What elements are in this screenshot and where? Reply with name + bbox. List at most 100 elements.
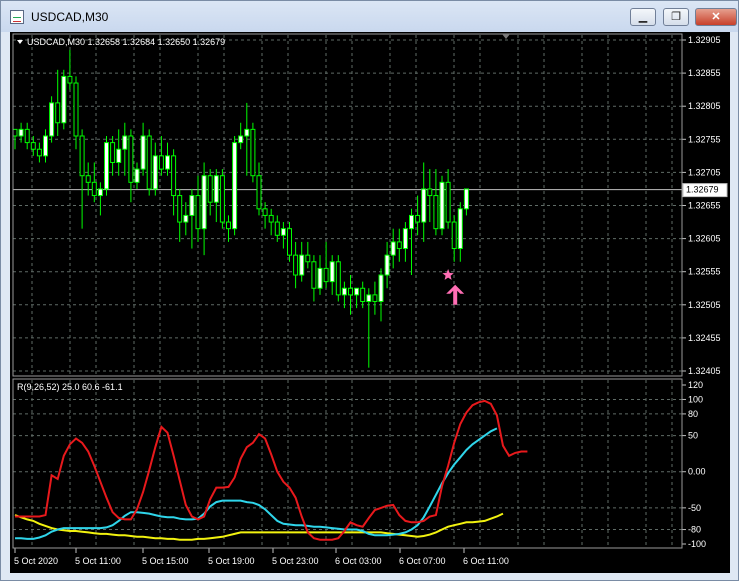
candle-body <box>12 128 18 137</box>
candle-body <box>457 208 463 250</box>
indicator-tick-label: 50 <box>688 431 698 441</box>
price-tick-label: 1.32655 <box>688 201 721 211</box>
indicator-tick-label: -100 <box>688 539 706 549</box>
time-tick-label: 6 Oct 07:00 <box>399 556 446 566</box>
candle-body <box>409 214 414 230</box>
candle-body <box>18 128 24 137</box>
candle-body <box>421 188 427 223</box>
candle-body <box>91 181 97 197</box>
candle-body <box>256 175 262 210</box>
candle-body <box>268 214 274 223</box>
candle-body <box>67 75 73 84</box>
time-tick-label: 6 Oct 03:00 <box>335 556 382 566</box>
candle-body <box>79 135 85 177</box>
time-tick-label: 5 Oct 19:00 <box>208 556 255 566</box>
candle-body <box>110 142 116 163</box>
candle-body <box>384 254 390 276</box>
current-price-label: 1.32679 <box>686 185 719 195</box>
candle-body <box>415 214 421 223</box>
candle-body <box>402 228 408 250</box>
candle-body <box>165 155 170 170</box>
candle-body <box>171 155 177 197</box>
candle-body <box>226 221 231 230</box>
indicator-tick-label: -80 <box>688 525 701 535</box>
chart-window: USDCAD,M30 ▁ ❐ ✕ 1.32905 1.32855 1.32805 1.… <box>0 0 739 581</box>
candle-body <box>335 261 341 296</box>
candle-body <box>158 155 164 170</box>
candle-body <box>287 228 292 256</box>
candle-body <box>348 287 353 296</box>
candle-body <box>219 175 225 223</box>
candle-body <box>140 135 146 170</box>
price-tick-label: 1.32905 <box>688 35 721 45</box>
price-tick-label: 1.32755 <box>688 134 721 144</box>
candle-body <box>366 294 372 302</box>
indicator-tick-label: 80 <box>688 409 698 419</box>
candle-body <box>439 181 445 230</box>
price-tick-label: 1.32455 <box>688 333 721 343</box>
candle-body <box>36 148 42 157</box>
time-tick-label: 6 Oct 11:00 <box>463 556 509 566</box>
candle-body <box>183 214 189 223</box>
time-tick-label: 5 Oct 15:00 <box>142 556 189 566</box>
candle-body <box>213 175 219 203</box>
candle-body <box>201 175 207 230</box>
candle-body <box>354 287 360 296</box>
candle-body <box>152 155 158 190</box>
candle-body <box>177 195 183 223</box>
candle-body <box>317 267 323 289</box>
candle-body <box>445 181 451 223</box>
price-tick-label: 1.32805 <box>688 101 721 111</box>
time-tick-label: 5 Oct 2020 <box>14 556 58 566</box>
candle-body <box>30 142 36 150</box>
indicator-tick-label: 120 <box>688 380 703 390</box>
window-titlebar[interactable]: USDCAD,M30 ▁ ❐ ✕ <box>1 1 738 32</box>
candle-body <box>433 195 439 230</box>
candle-body <box>262 208 268 216</box>
candle-body <box>299 254 305 276</box>
candle-body <box>274 221 280 236</box>
candle-body <box>104 142 109 190</box>
candle-body <box>43 135 48 157</box>
candle-body <box>329 261 335 283</box>
candle-body <box>85 175 91 183</box>
candle-body <box>280 228 286 236</box>
candle-body <box>128 135 134 183</box>
chart-app-icon[interactable] <box>10 10 24 24</box>
candle-body <box>61 75 67 124</box>
chart-svg[interactable]: 1.32905 1.32855 1.32805 1.32755 1.32705 1.326… <box>10 32 730 573</box>
candle-body <box>189 195 195 216</box>
candle-body <box>146 135 152 190</box>
indicator-tick-label: -50 <box>688 503 701 513</box>
time-tick-label: 5 Oct 11:00 <box>75 556 121 566</box>
candle-body <box>24 128 30 144</box>
candle-body <box>293 254 299 276</box>
candle-body <box>311 261 317 289</box>
window-title: USDCAD,M30 <box>31 10 109 24</box>
price-tick-label: 1.32505 <box>688 300 721 310</box>
candle-body <box>122 135 128 150</box>
candle-body <box>116 148 122 163</box>
price-tick-label: 1.32555 <box>688 267 721 277</box>
indicator-label: R(9,26,52) 25.0 60.6 -61.1 <box>17 382 123 392</box>
restore-button[interactable]: ❐ <box>663 8 689 26</box>
candle-body <box>372 294 378 302</box>
candle-body <box>55 102 61 124</box>
candle-body <box>232 142 238 230</box>
candle-body <box>250 128 256 177</box>
candle-body <box>73 82 79 137</box>
price-tick-label: 1.32605 <box>688 234 721 244</box>
candle-body <box>427 188 433 197</box>
candle-body <box>323 267 329 283</box>
close-button[interactable]: ✕ <box>695 8 737 26</box>
candle-body <box>49 102 55 137</box>
minimize-button[interactable]: ▁ <box>630 8 656 26</box>
price-tick-label: 1.32705 <box>688 167 721 177</box>
candle-body <box>360 287 366 302</box>
chart-area[interactable]: 1.32905 1.32855 1.32805 1.32755 1.32705 1.326… <box>10 32 730 573</box>
main-chart-header: USDCAD,M30 1.32658 1.32684 1.32650 1.326… <box>27 37 225 47</box>
price-tick-label: 1.32405 <box>688 366 721 376</box>
indicator-tick-label: 100 <box>688 394 703 404</box>
candle-body <box>341 287 347 296</box>
candle-body <box>195 195 201 230</box>
